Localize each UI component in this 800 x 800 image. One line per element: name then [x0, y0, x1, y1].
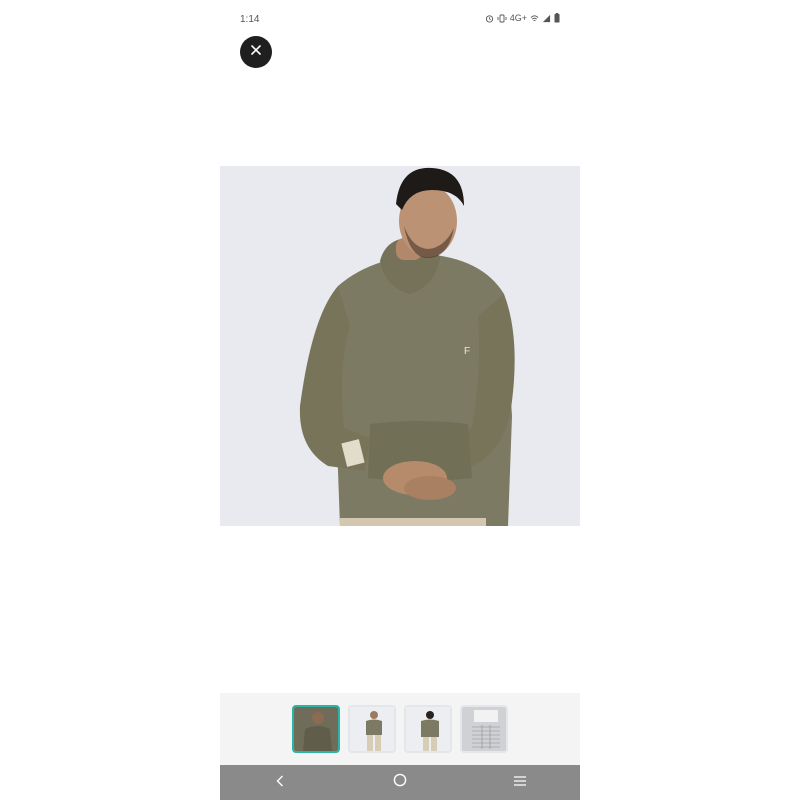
hoodie-model-illustration: F — [220, 166, 580, 526]
status-icons: 4G+ — [485, 13, 560, 23]
recents-icon — [513, 774, 527, 792]
thumbnail-strip — [220, 693, 580, 765]
thumbnail-2[interactable] — [348, 705, 396, 753]
close-icon — [250, 43, 262, 61]
status-bar: 1:14 4G+ — [220, 0, 580, 40]
wifi-icon — [530, 14, 539, 23]
thumbnail-4-size-chart[interactable] — [460, 705, 508, 753]
nav-home-button[interactable] — [380, 765, 420, 800]
svg-text:F: F — [464, 346, 470, 357]
nav-recents-button[interactable] — [500, 765, 540, 800]
thumbnail-1[interactable] — [292, 705, 340, 753]
back-icon — [275, 774, 285, 792]
vibrate-icon — [497, 14, 507, 23]
status-time: 1:14 — [240, 14, 260, 25]
battery-icon — [554, 13, 560, 23]
system-nav-bar — [220, 765, 580, 800]
home-icon — [393, 773, 407, 792]
product-main-image[interactable]: F — [220, 166, 580, 526]
nav-back-button[interactable] — [260, 765, 300, 800]
network-type: 4G+ — [509, 13, 527, 23]
phone-screen: 1:14 4G+ F — [220, 0, 580, 800]
close-button[interactable] — [240, 36, 272, 68]
signal-icon — [542, 14, 551, 23]
alarm-icon — [485, 14, 494, 23]
thumbnail-3[interactable] — [404, 705, 452, 753]
